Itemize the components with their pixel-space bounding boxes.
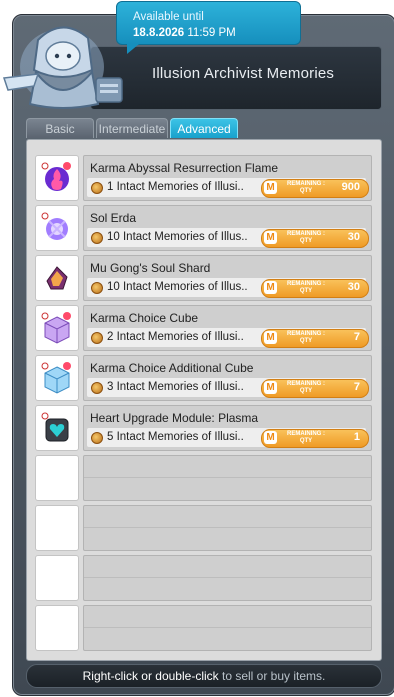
footer-hint: Right-click or double-click to sell or b… <box>26 664 382 688</box>
tab-intermediate[interactable]: Intermediate <box>96 118 168 138</box>
item-cost: 10 Intact Memories of Illus.. <box>107 281 248 293</box>
item-cost: 3 Intact Memories of Illusi.. <box>107 381 244 393</box>
m-badge-icon: M <box>264 181 277 194</box>
item-info: Karma Abyssal Resurrection Flame 1 Intac… <box>83 155 372 201</box>
item-cost-line: 2 Intact Memories of Illusi.. M REMAININ… <box>87 328 369 348</box>
empty-slot <box>35 505 79 551</box>
m-badge-icon: M <box>264 431 277 444</box>
m-badge-icon: M <box>264 381 277 394</box>
memory-coin-icon <box>91 382 103 394</box>
memory-coin-icon <box>91 232 103 244</box>
page-title: Illusion Archivist Memories <box>152 65 335 82</box>
remaining-label: REMAINING : QTY <box>287 231 325 244</box>
empty-slot <box>35 555 79 601</box>
item-cost-line: 5 Intact Memories of Illusi.. M REMAININ… <box>87 428 369 448</box>
karma-flame-icon <box>41 162 71 191</box>
remaining-badge: M REMAINING : QTY 1 <box>261 429 369 448</box>
soul-shard-icon <box>46 266 68 290</box>
memory-coin-icon <box>91 182 103 194</box>
additional-cube-icon <box>41 362 71 394</box>
list-item[interactable]: Mu Gong's Soul Shard 10 Intact Memories … <box>35 255 373 301</box>
item-cost-line: 10 Intact Memories of Illus.. M REMAININ… <box>87 278 369 298</box>
item-info: Karma Choice Cube 2 Intact Memories of I… <box>83 305 372 351</box>
empty-list-item <box>35 455 373 501</box>
item-slot[interactable] <box>35 205 79 251</box>
item-cost: 2 Intact Memories of Illusi.. <box>107 331 244 343</box>
remaining-badge: M REMAINING : QTY 7 <box>261 329 369 348</box>
item-info: Mu Gong's Soul Shard 10 Intact Memories … <box>83 255 372 301</box>
empty-slot <box>35 455 79 501</box>
remaining-label: REMAINING : QTY <box>287 431 325 444</box>
remaining-label: REMAINING : QTY <box>287 331 325 344</box>
memory-coin-icon <box>91 432 103 444</box>
empty-list-item <box>35 555 373 601</box>
item-cost: 1 Intact Memories of Illusi.. <box>107 181 244 193</box>
list-item[interactable]: Karma Abyssal Resurrection Flame 1 Intac… <box>35 155 373 201</box>
item-cost-line: 3 Intact Memories of Illusi.. M REMAININ… <box>87 378 369 398</box>
item-name: Karma Choice Cube <box>90 311 199 325</box>
empty-list-item <box>35 605 373 651</box>
memory-coin-icon <box>91 332 103 344</box>
list-item[interactable]: Karma Choice Additional Cube 3 Intact Me… <box>35 355 373 401</box>
item-name: Karma Choice Additional Cube <box>90 361 254 375</box>
remaining-badge: M REMAINING : QTY 900 <box>261 179 369 198</box>
remaining-badge: M REMAINING : QTY 30 <box>261 229 369 248</box>
list-item[interactable]: Sol Erda 10 Intact Memories of Illus.. M… <box>35 205 373 251</box>
item-slot[interactable] <box>35 255 79 301</box>
list-item[interactable]: Heart Upgrade Module: Plasma 5 Intact Me… <box>35 405 373 451</box>
item-list: Karma Abyssal Resurrection Flame 1 Intac… <box>26 139 382 661</box>
tooltip-date: 18.8.2026 <box>133 27 185 39</box>
item-cost-line: 10 Intact Memories of Illus.. M REMAININ… <box>87 228 369 248</box>
footer-hint-action: Right-click or double-click <box>82 669 219 683</box>
remaining-qty: 1 <box>353 431 360 443</box>
item-slot[interactable] <box>35 405 79 451</box>
item-name: Sol Erda <box>90 211 137 225</box>
empty-slot <box>35 605 79 651</box>
item-cost: 10 Intact Memories of Illus.. <box>107 231 248 243</box>
empty-info <box>83 455 372 501</box>
empty-list-item <box>35 505 373 551</box>
empty-info <box>83 505 372 551</box>
remaining-qty: 7 <box>353 331 360 343</box>
tab-basic[interactable]: Basic <box>26 118 94 138</box>
tooltip-time: 11:59 PM <box>187 27 236 39</box>
item-info: Karma Choice Additional Cube 3 Intact Me… <box>83 355 372 401</box>
remaining-label: REMAINING : QTY <box>287 181 325 194</box>
m-badge-icon: M <box>264 231 277 244</box>
item-name: Mu Gong's Soul Shard <box>90 261 211 275</box>
sol-erda-icon <box>41 212 68 240</box>
remaining-label: REMAINING : QTY <box>287 281 325 294</box>
item-cost-line: 1 Intact Memories of Illusi.. M REMAININ… <box>87 178 369 198</box>
m-badge-icon: M <box>264 281 277 294</box>
empty-info <box>83 555 372 601</box>
remaining-qty: 7 <box>353 381 360 393</box>
remaining-qty: 900 <box>341 181 360 193</box>
remaining-badge: M REMAINING : QTY 7 <box>261 379 369 398</box>
heart-module-icon <box>41 412 69 442</box>
item-name: Heart Upgrade Module: Plasma <box>90 411 259 425</box>
memory-coin-icon <box>91 282 103 294</box>
availability-tooltip: Available until 18.8.2026 11:59 PM <box>116 1 301 54</box>
tooltip-line1: Available until <box>133 11 204 23</box>
item-slot[interactable] <box>35 305 79 351</box>
item-info: Heart Upgrade Module: Plasma 5 Intact Me… <box>83 405 372 451</box>
remaining-qty: 30 <box>347 281 360 293</box>
tab-advanced[interactable]: Advanced <box>170 118 238 138</box>
tab-bar: Basic Intermediate Advanced <box>26 118 238 138</box>
item-slot[interactable] <box>35 355 79 401</box>
footer-hint-text: to sell or buy items. <box>218 669 326 683</box>
item-slot[interactable] <box>35 155 79 201</box>
archivist-mascot-icon <box>2 26 123 109</box>
item-info: Sol Erda 10 Intact Memories of Illus.. M… <box>83 205 372 251</box>
remaining-qty: 30 <box>347 231 360 243</box>
choice-cube-icon <box>41 312 71 344</box>
item-cost: 5 Intact Memories of Illusi.. <box>107 431 244 443</box>
remaining-badge: M REMAINING : QTY 30 <box>261 279 369 298</box>
list-item[interactable]: Karma Choice Cube 2 Intact Memories of I… <box>35 305 373 351</box>
remaining-label: REMAINING : QTY <box>287 381 325 394</box>
item-name: Karma Abyssal Resurrection Flame <box>90 161 279 175</box>
empty-info <box>83 605 372 651</box>
m-badge-icon: M <box>264 331 277 344</box>
